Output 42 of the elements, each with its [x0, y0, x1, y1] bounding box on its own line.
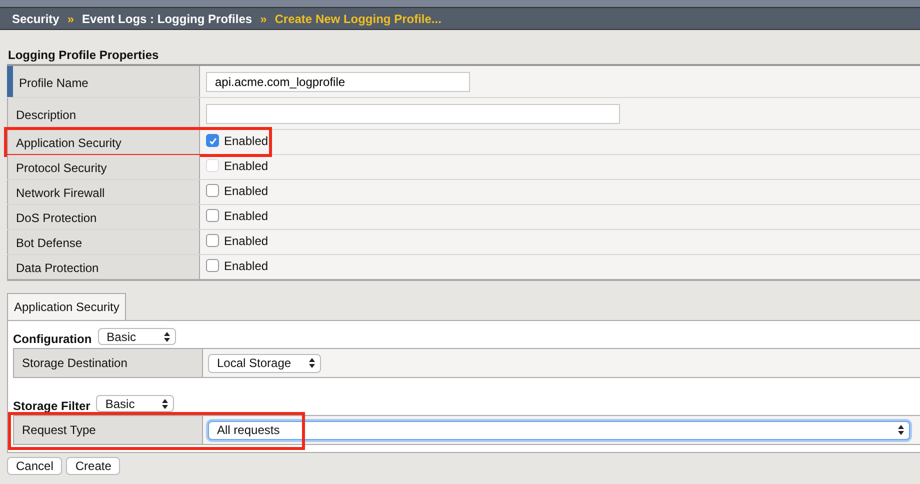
breadcrumb-separator: »	[67, 12, 74, 26]
checkbox[interactable]	[206, 259, 219, 272]
checkbox[interactable]	[206, 184, 219, 197]
tab[interactable]: Application Security	[7, 293, 126, 320]
breadcrumb-separator: »	[260, 12, 267, 26]
breadcrumb-item: Create New Logging Profile...	[274, 12, 442, 26]
field-label: Storage Destination	[13, 349, 203, 377]
form-button[interactable]: Create	[66, 457, 120, 475]
updown-icon	[162, 398, 168, 408]
mode-select[interactable]: Basic	[96, 395, 174, 412]
updown-icon	[898, 425, 904, 435]
checkbox[interactable]	[206, 134, 219, 147]
checkmark-icon	[208, 136, 218, 146]
field-label: Application Security	[7, 130, 200, 154]
checkbox[interactable]	[206, 209, 219, 222]
breadcrumb-item[interactable]: Security	[12, 12, 60, 26]
section-title: Configuration	[13, 332, 92, 346]
updown-icon	[309, 358, 315, 368]
section-title: Storage Filter	[13, 399, 90, 413]
section-title: Logging Profile Properties	[7, 47, 160, 64]
updown-icon	[164, 332, 170, 342]
text-field[interactable]	[206, 104, 620, 124]
field-label: Bot Defense	[7, 230, 200, 254]
field-label: Network Firewall	[7, 180, 200, 204]
select-field[interactable]: Local Storage	[208, 354, 321, 372]
field-label: Data Protection	[7, 255, 200, 279]
checkbox[interactable]	[206, 234, 219, 247]
checkbox-label[interactable]: Enabled	[224, 134, 268, 148]
form-button[interactable]: Cancel	[7, 457, 62, 475]
field-label: Description	[7, 98, 200, 129]
checkbox-label[interactable]: Enabled	[224, 234, 268, 248]
field-label: Profile Name	[7, 66, 200, 97]
select-field[interactable]: All requests	[208, 420, 910, 440]
mode-select[interactable]: Basic	[98, 328, 176, 345]
checkbox-label[interactable]: Enabled	[224, 258, 268, 272]
checkbox-label[interactable]: Enabled	[224, 208, 268, 222]
field-label: Protocol Security	[7, 155, 200, 179]
field-label: DoS Protection	[7, 205, 200, 229]
field-label: Request Type	[13, 416, 203, 444]
breadcrumb-item[interactable]: Event Logs : Logging Profiles	[82, 12, 252, 26]
checkbox-label[interactable]: Enabled	[224, 184, 268, 198]
text-field[interactable]: api.acme.com_logprofile	[206, 72, 470, 92]
